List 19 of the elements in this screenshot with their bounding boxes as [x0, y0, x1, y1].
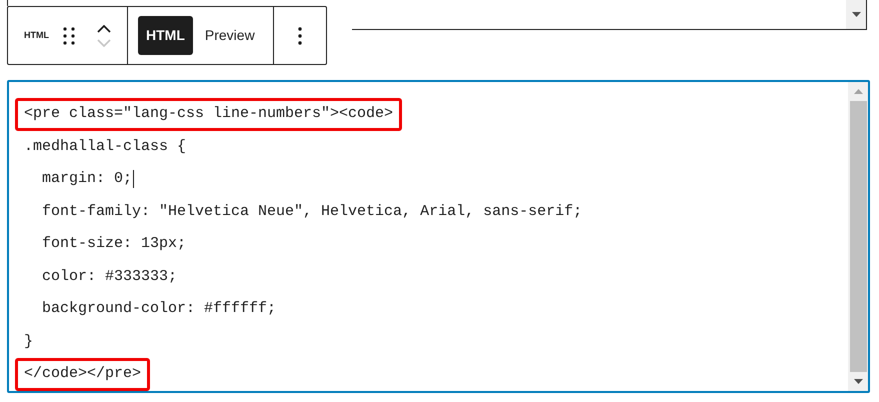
more-options-icon[interactable] [298, 26, 302, 44]
move-up-icon[interactable] [97, 24, 111, 32]
scroll-down-icon[interactable] [852, 12, 860, 16]
code-line: font-family: "Helvetica Neue", Helvetica, Arial, sans-serif; [41, 202, 584, 222]
code-line: margin: 0; [41, 169, 136, 190]
drag-handle-icon[interactable] [63, 26, 75, 44]
code-editor[interactable] [7, 80, 870, 393]
previous-block-field[interactable] [352, 0, 867, 30]
code-line: background-color: #ffffff; [41, 299, 278, 319]
scrollbar[interactable] [848, 82, 868, 391]
block-type-label[interactable]: HTML [24, 28, 49, 42]
scroll-down-icon[interactable] [854, 379, 862, 384]
code-line: font-size: 13px; [41, 234, 188, 254]
mode-tab[interactable]: HTML [138, 16, 193, 55]
scrollbar-thumb[interactable] [850, 101, 866, 372]
code-line: } [23, 332, 34, 352]
code-line: color: #333333; [41, 266, 178, 286]
code-line: .medhallal-class { [23, 136, 188, 156]
scrollbar[interactable] [846, 0, 866, 29]
